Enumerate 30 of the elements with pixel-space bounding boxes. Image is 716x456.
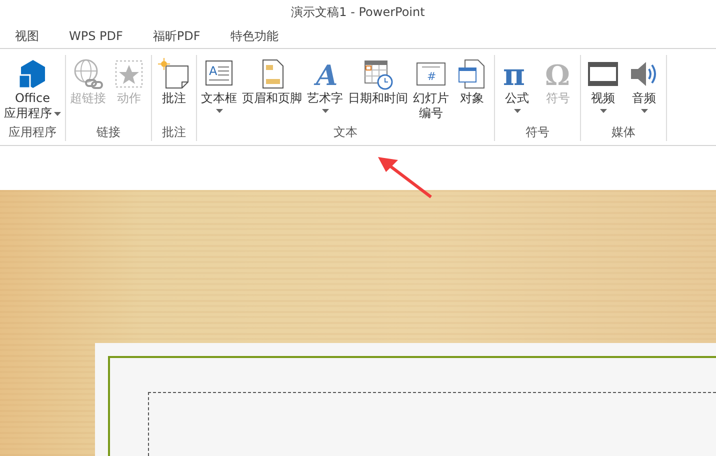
ribbon-button[interactable]: 对象 — [452, 55, 492, 123]
group-label: 媒体 — [612, 124, 636, 141]
letter-a-icon: A — [309, 58, 341, 90]
ribbon-tab[interactable]: 福昕PDF — [142, 24, 212, 48]
group-label: 文本 — [334, 124, 358, 141]
group-label: 批注 — [162, 124, 186, 141]
ribbon-button[interactable]: 页眉和页脚 — [240, 55, 304, 123]
ribbon-button[interactable]: # 幻灯片 编号 — [411, 55, 451, 123]
pi-icon: π — [501, 58, 533, 90]
comment-icon — [158, 58, 190, 90]
placeholder-box[interactable] — [148, 392, 716, 456]
ribbon-button[interactable]: A 艺术字 — [305, 55, 345, 123]
ribbon-button[interactable]: 批注 — [154, 55, 194, 123]
annotation-arrow — [376, 154, 434, 200]
ribbon-button[interactable]: 日期和时间 — [346, 55, 410, 123]
ribbon-button[interactable]: 音频 — [624, 55, 664, 123]
group-label: 链接 — [96, 124, 120, 141]
ribbon-button[interactable]: 视频 — [583, 55, 623, 123]
ribbon-button[interactable]: A 文本框 — [199, 55, 239, 123]
ribbon-tab[interactable]: 视图 — [4, 24, 50, 48]
window-title: 演示文稿1 - PowerPoint — [291, 4, 425, 20]
group-label: 应用程序 — [8, 124, 56, 141]
ribbon-tab[interactable]: 特色功能 — [219, 24, 290, 48]
ribbon-button[interactable]: π 公式 — [497, 55, 537, 123]
globe-link-icon — [72, 58, 104, 90]
ribbon-button[interactable]: Office 应用程序 — [2, 55, 63, 123]
omega-icon: Ω — [542, 58, 574, 90]
calendar-clock-icon — [362, 58, 394, 90]
group-label: 符号 — [526, 124, 550, 141]
ribbon-tab[interactable]: WPS PDF — [58, 24, 134, 48]
